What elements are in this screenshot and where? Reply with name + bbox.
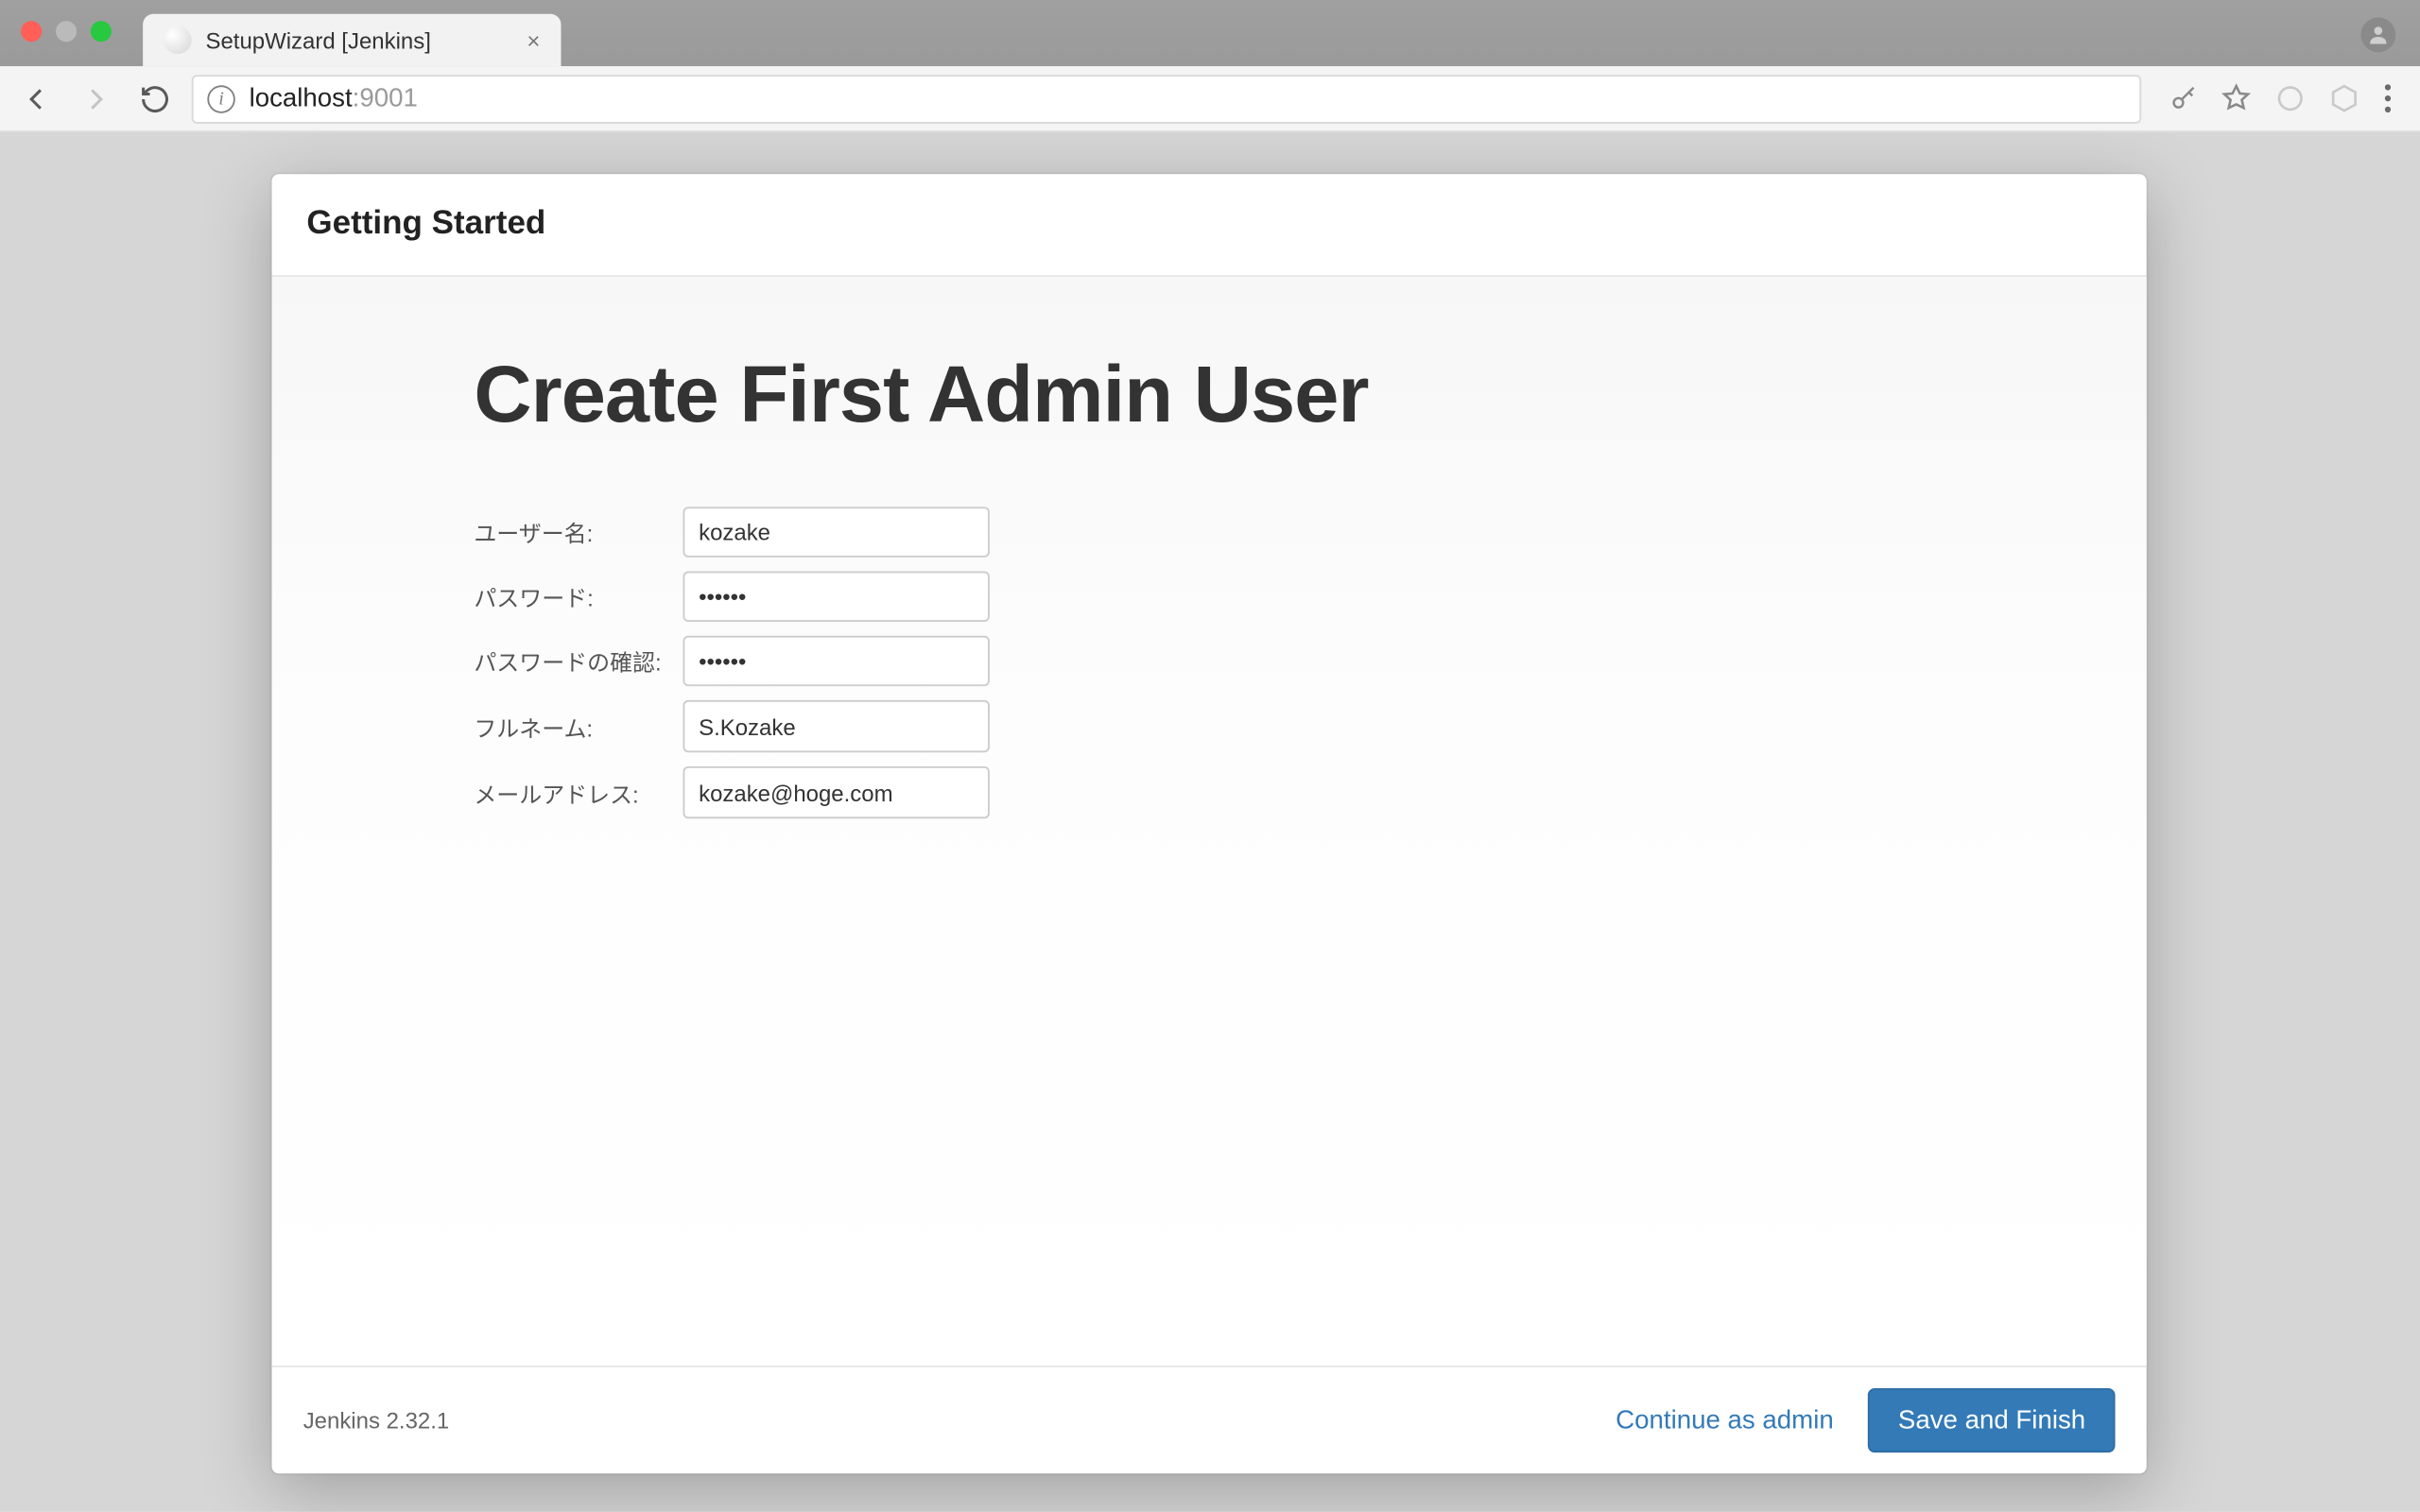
password-input[interactable] [683,572,989,622]
confirm-password-input[interactable] [683,636,989,686]
url-port: :9001 [353,83,418,112]
email-input[interactable] [683,766,989,818]
reload-button[interactable] [132,76,178,121]
setup-wizard-dialog: Getting Started Create First Admin User … [272,174,2147,1473]
continue-as-admin-link[interactable]: Continue as admin [1616,1405,1834,1435]
jenkins-favicon-icon [164,26,191,54]
form-row-fullname: フルネーム: [474,700,990,752]
profile-icon[interactable] [2360,17,2395,52]
fullname-input[interactable] [683,700,989,752]
window-controls [21,21,112,42]
jenkins-version: Jenkins 2.32.1 [303,1407,450,1434]
window-titlebar: SetupWizard [Jenkins] × [0,0,2420,66]
fullname-label: フルネーム: [474,700,683,752]
form-row-username: ユーザー名: [474,507,990,557]
username-input[interactable] [683,507,989,557]
email-label: メールアドレス: [474,766,683,818]
password-label: パスワード: [474,572,683,622]
tab-close-icon[interactable]: × [527,27,540,54]
forward-button[interactable] [73,76,118,121]
url-text: localhost:9001 [250,83,418,112]
form-row-confirm: パスワードの確認: [474,636,990,686]
window-close-button[interactable] [21,21,42,42]
page-title: Create First Admin User [474,347,2146,441]
page-content: Getting Started Create First Admin User … [0,132,2420,1512]
tab-title: SetupWizard [Jenkins] [205,27,430,54]
dialog-body: Create First Admin User ユーザー名: パスワード: パス… [272,277,2147,1366]
extension-icon-2[interactable] [2329,83,2359,112]
url-host: localhost [250,83,353,112]
bookmark-star-icon[interactable] [2221,83,2251,112]
password-key-icon[interactable] [2169,84,2197,112]
dialog-header: Getting Started [272,174,2147,277]
extension-icon-1[interactable] [2275,83,2305,112]
browser-window: SetupWizard [Jenkins] × i localhost:9001 [0,0,2420,1512]
window-maximize-button[interactable] [91,21,112,42]
browser-tab[interactable]: SetupWizard [Jenkins] × [143,14,561,66]
save-and-finish-button[interactable]: Save and Finish [1869,1388,2116,1452]
dialog-footer: Jenkins 2.32.1 Continue as admin Save an… [272,1366,2147,1473]
window-minimize-button[interactable] [56,21,77,42]
address-toolbar: i localhost:9001 [0,66,2420,132]
username-label: ユーザー名: [474,507,683,557]
dialog-header-title: Getting Started [306,205,2111,244]
footer-actions: Continue as admin Save and Finish [1616,1388,2115,1452]
address-bar[interactable]: i localhost:9001 [192,74,2141,123]
form-row-password: パスワード: [474,572,990,622]
menu-kebab-icon[interactable] [2383,83,2392,112]
form-row-email: メールアドレス: [474,766,990,818]
toolbar-right-icons [2155,83,2406,112]
admin-user-form: ユーザー名: パスワード: パスワードの確認: フルネーム: [474,493,990,833]
site-info-icon[interactable]: i [207,84,234,112]
confirm-password-label: パスワードの確認: [474,636,683,686]
back-button[interactable] [14,76,60,121]
